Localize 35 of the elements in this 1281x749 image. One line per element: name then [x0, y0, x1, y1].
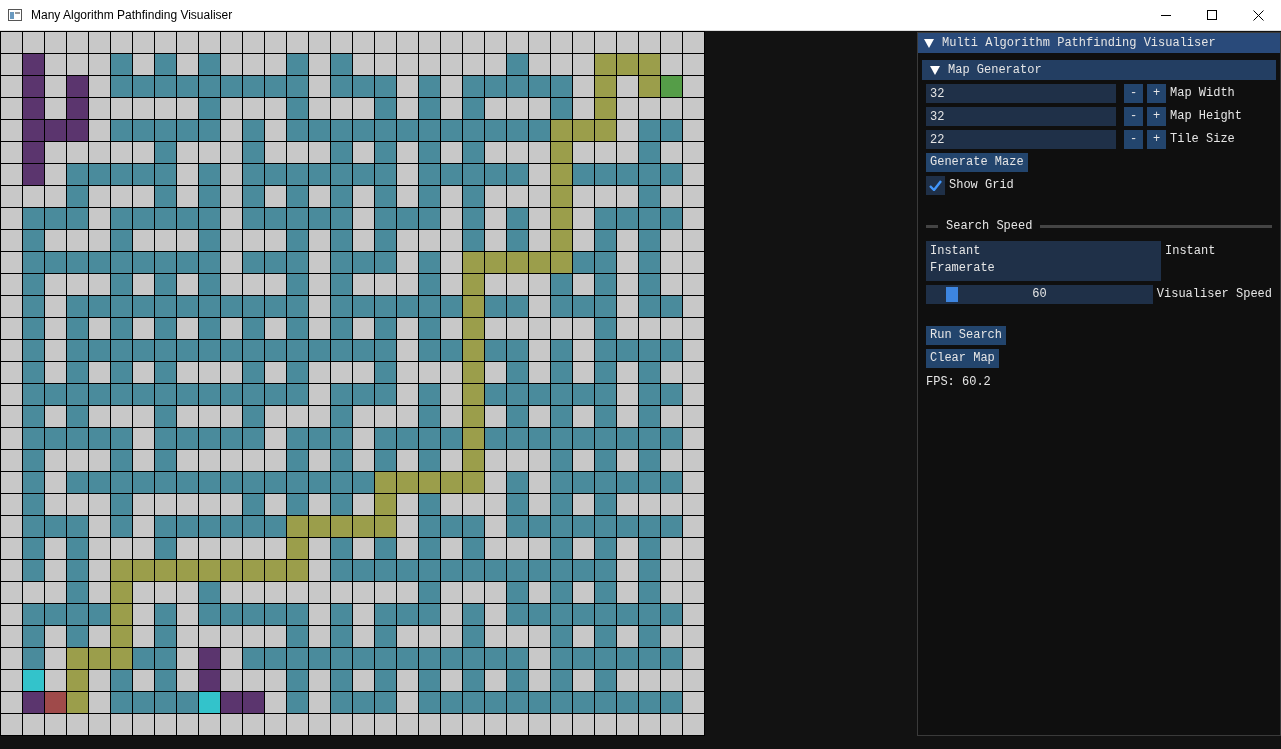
decrement-button[interactable]: - [1124, 84, 1143, 103]
number-field[interactable]: 32 [926, 84, 1116, 103]
checkbox[interactable] [926, 176, 945, 195]
checkbox-label: Show Grid [949, 177, 1014, 194]
generate-button[interactable]: Generate Maze [926, 153, 1028, 172]
number-field[interactable]: 32 [926, 107, 1116, 126]
slider-label: Visualiser Speed [1156, 286, 1272, 303]
action-button[interactable]: Clear Map [926, 349, 999, 368]
list-label: Instant [1165, 243, 1216, 260]
slider[interactable]: 60 [926, 285, 1153, 304]
window-title: Many Algorithm Pathfinding Visualiser [31, 7, 234, 24]
field-label: Map Width [1170, 85, 1235, 102]
field-label: Tile Size [1170, 131, 1235, 148]
list-item[interactable]: Framerate [930, 260, 1157, 277]
maximize-icon [1207, 10, 1217, 20]
increment-button[interactable]: + [1147, 84, 1166, 103]
panel-title: Multi Algorithm Pathfinding Visualiser [942, 34, 1216, 52]
separator-title: Search Speed [946, 218, 1033, 235]
fps-readout: FPS: 60.2 [926, 374, 991, 391]
minimize-icon [1161, 14, 1171, 16]
app-icon [8, 9, 22, 21]
increment-button[interactable]: + [1147, 107, 1166, 126]
close-icon [1252, 9, 1264, 21]
decrement-button[interactable]: - [1124, 130, 1143, 149]
decrement-button[interactable]: - [1124, 107, 1143, 126]
increment-button[interactable]: + [1147, 130, 1166, 149]
collapse-arrow-icon[interactable] [924, 38, 934, 48]
field-label: Map Height [1170, 108, 1242, 125]
list-box[interactable]: Instant Framerate [926, 241, 1161, 281]
action-button[interactable]: Run Search [926, 326, 1006, 345]
collapse-arrow-icon[interactable] [930, 65, 940, 75]
list-item[interactable]: Instant [930, 243, 1157, 260]
number-field[interactable]: 22 [926, 130, 1116, 149]
section-header[interactable]: Map Generator [922, 60, 1276, 80]
slider-thumb[interactable] [945, 287, 958, 302]
